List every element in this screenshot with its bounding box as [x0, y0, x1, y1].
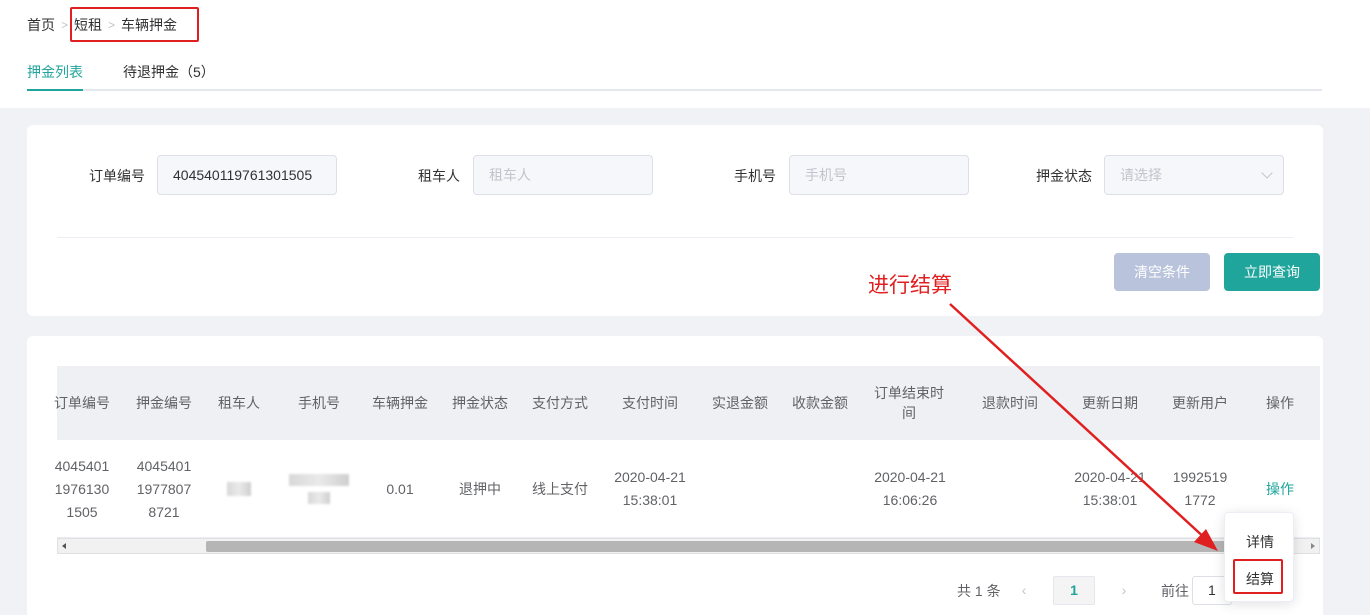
blurred-phone-image	[308, 492, 330, 504]
th-pay-method: 支付方式	[532, 395, 588, 411]
chevron-down-icon	[1261, 167, 1273, 179]
cell-deposit-status: 退押中	[459, 480, 501, 497]
deposit-status-placeholder: 请选择	[1120, 167, 1162, 183]
pagination-goto-label: 前往	[1161, 583, 1189, 599]
pagination-prev-button[interactable]: ‹	[1009, 576, 1039, 604]
pagination-next-button[interactable]: ›	[1109, 576, 1139, 604]
top-header: 首页 > 短租 > 车辆押金 押金列表 待退押金（5）	[0, 0, 1370, 108]
breadcrumb-highlight-box	[70, 7, 199, 42]
pagination-page-1[interactable]: 1	[1053, 576, 1095, 605]
th-action: 操作	[1266, 395, 1294, 411]
tab-pending-refund[interactable]: 待退押金（5）	[123, 62, 215, 82]
blurred-phone-image	[289, 474, 349, 486]
renter-input[interactable]: 租车人	[473, 155, 653, 195]
phone-input[interactable]: 手机号	[789, 155, 969, 195]
pagination-total: 共 1 条	[957, 583, 1001, 599]
active-tab-indicator	[27, 89, 83, 91]
search-form-card: 订单编号 404540119761301505 租车人 租车人 手机号 手机号 …	[27, 125, 1323, 316]
breadcrumb-home[interactable]: 首页	[27, 15, 55, 35]
cell-order-end-time: 2020-04-21 16:06:26	[874, 469, 946, 508]
tab-deposit-list[interactable]: 押金列表	[27, 62, 83, 82]
horizontal-scrollbar[interactable]	[57, 538, 1320, 554]
scrollbar-thumb[interactable]	[206, 541, 1283, 552]
cell-vehicle-deposit: 0.01	[386, 480, 414, 497]
th-refund-time: 退款时间	[982, 395, 1038, 411]
cell-pay-method: 线上支付	[532, 480, 588, 497]
table-header: 订单编号 押金编号 租车人 手机号 车辆押金 押金状态 支付方式 支付时间 实退…	[54, 366, 1320, 440]
th-deposit-no: 押金编号	[136, 395, 192, 411]
th-update-date: 更新日期	[1082, 395, 1138, 411]
scroll-right-icon[interactable]	[1311, 543, 1315, 549]
settle-annotation-text: 进行结算	[868, 274, 952, 297]
th-renter: 租车人	[218, 395, 260, 411]
cell-refund-amount	[703, 440, 777, 538]
cell-update-date: 2020-04-21 15:38:01	[1074, 469, 1146, 508]
th-update-user: 更新用户	[1172, 395, 1228, 411]
order-no-input[interactable]: 404540119761301505	[157, 155, 337, 195]
cell-deposit-no: 4045401 1977807 8721	[136, 457, 192, 520]
chevron-right-icon: >	[61, 18, 69, 32]
th-pay-time: 支付时间	[622, 395, 678, 411]
deposit-status-select[interactable]: 请选择	[1104, 155, 1284, 195]
th-collect-amount: 收款金额	[792, 395, 848, 411]
cell-collect-amount	[783, 440, 857, 538]
th-order-end-time: 订单结束时间	[874, 385, 944, 421]
cell-order-no: 4045401 1976130 1505	[54, 457, 110, 520]
deposit-status-label: 押金状态	[1036, 168, 1092, 184]
table-card: 订单编号 押金编号 租车人 手机号 车辆押金 押金状态 支付方式 支付时间 实退…	[27, 336, 1323, 615]
order-no-label: 订单编号	[89, 168, 145, 184]
th-vehicle-deposit: 车辆押金	[372, 395, 428, 411]
renter-label: 租车人	[418, 168, 460, 184]
tab-bar: 押金列表 待退押金（5）	[27, 56, 1322, 91]
cell-renter-blurred	[209, 440, 269, 538]
table-row: 4045401 1976130 1505 4045401 1977807 872…	[55, 440, 1320, 538]
blurred-name-image	[227, 482, 251, 496]
th-refund-amount: 实退金额	[712, 395, 768, 411]
clear-conditions-button[interactable]: 清空条件	[1114, 253, 1210, 291]
query-button[interactable]: 立即查询	[1224, 253, 1320, 291]
dropdown-detail-item[interactable]: 详情	[1225, 532, 1295, 552]
form-divider	[57, 237, 1293, 238]
cell-refund-time	[973, 440, 1047, 538]
scroll-left-icon[interactable]	[62, 543, 66, 549]
settle-highlight-box	[1233, 559, 1283, 594]
th-order-no: 订单编号	[54, 395, 110, 411]
th-phone: 手机号	[298, 395, 340, 411]
cell-pay-time: 2020-04-21 15:38:01	[614, 469, 686, 508]
th-deposit-status: 押金状态	[452, 395, 508, 411]
phone-label: 手机号	[734, 168, 776, 184]
cell-phone-blurred	[279, 440, 359, 538]
